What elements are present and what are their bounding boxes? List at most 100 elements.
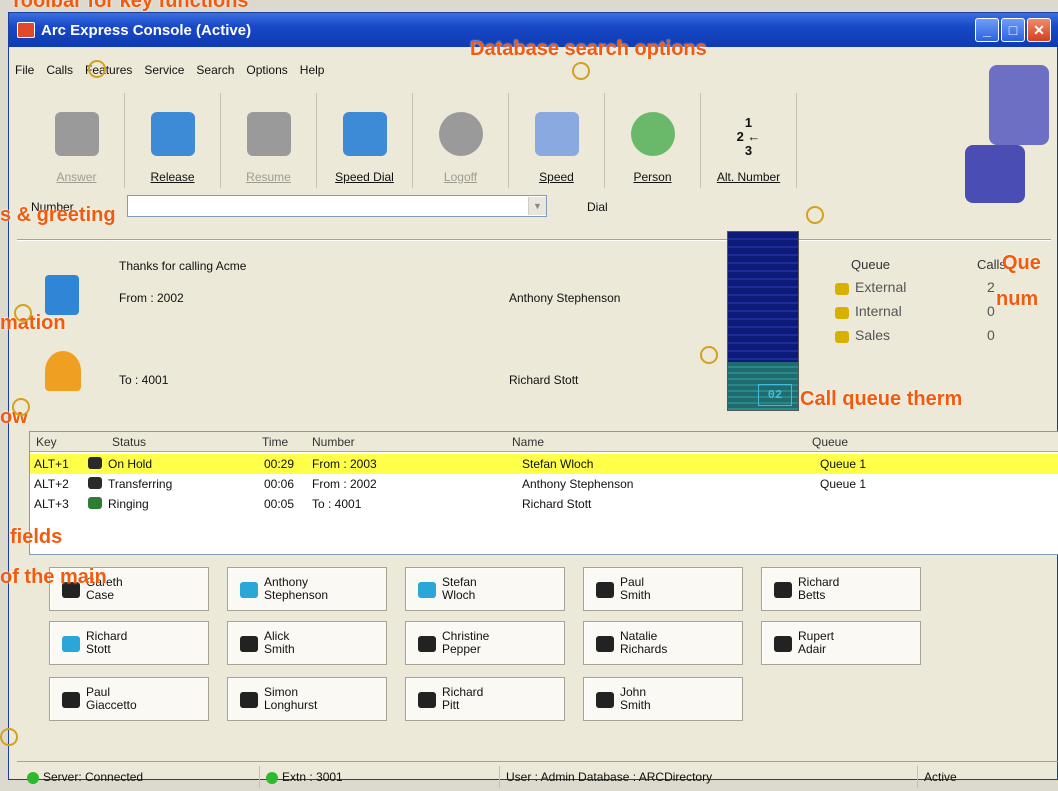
server-status: Server: Connected	[21, 766, 143, 788]
status-dot-icon	[27, 771, 39, 784]
phone-icon	[240, 692, 258, 708]
number-input[interactable]: ▼	[127, 195, 547, 217]
queue-thermometer: 02	[727, 231, 799, 411]
phone-icon	[88, 497, 102, 509]
callee-to: To : 4001	[119, 373, 169, 387]
speed-dial-button[interactable]: Alick Smith	[227, 621, 387, 665]
speed-dial-button[interactable]: Anthony Stephenson	[227, 567, 387, 611]
status-dot-icon	[266, 771, 278, 784]
menu-options[interactable]: Options	[246, 63, 287, 77]
main-toolbar: Answer Release Resume Speed Dial Logoff …	[29, 93, 797, 188]
queue-row[interactable]: Sales 0	[827, 327, 1047, 349]
speed-search-button[interactable]: Speed	[509, 93, 605, 188]
phone-icon	[88, 477, 102, 489]
phone-icon	[54, 112, 99, 156]
table-row[interactable]: ALT+1 On Hold 00:29 From : 2003 Stefan W…	[30, 454, 1058, 474]
callout-circle	[0, 728, 18, 746]
menu-search[interactable]: Search	[196, 63, 234, 77]
phone-icon	[596, 692, 614, 708]
divider	[17, 239, 1051, 241]
speed-dial-button[interactable]: Natalie Richards	[583, 621, 743, 665]
annotation-main: of the main	[0, 566, 107, 588]
release-phone-icon	[150, 112, 195, 156]
maximize-button[interactable]: □	[1001, 18, 1025, 42]
queue-icon	[835, 283, 849, 295]
col-number[interactable]: Number	[312, 435, 355, 449]
speed-dial-button[interactable]: Richard Betts	[761, 567, 921, 611]
greeting-text: Thanks for calling Acme	[119, 259, 247, 273]
phone-icon	[240, 636, 258, 652]
caller-name: Anthony Stephenson	[509, 291, 621, 305]
phone-icon	[240, 582, 258, 598]
queue-icon	[835, 307, 849, 319]
alt-number-button[interactable]: 12 ← 3 Alt. Number	[701, 93, 797, 188]
callout-circle	[88, 60, 106, 78]
search-person-icon	[630, 112, 675, 156]
menu-file[interactable]: File	[15, 63, 34, 77]
annotation-queue-num-1: Que	[1002, 252, 1041, 274]
col-key[interactable]: Key	[36, 435, 57, 449]
search-speed-icon	[534, 112, 579, 156]
alt-number-icon: 12 ← 3	[736, 115, 761, 158]
callout-circle	[572, 62, 590, 80]
resume-button[interactable]: Resume	[221, 93, 317, 188]
col-queue[interactable]: Queue	[812, 435, 848, 449]
release-button[interactable]: Release	[125, 93, 221, 188]
speed-dial-button[interactable]: Rupert Adair	[761, 621, 921, 665]
callout-circle	[700, 346, 718, 364]
phone-icon	[418, 692, 436, 708]
speed-dial-button[interactable]: John Smith	[583, 677, 743, 721]
speed-dial-panel: Gareth Case Anthony Stephenson Stefan Wl…	[29, 561, 1058, 751]
speed-dial-button[interactable]: Christine Pepper	[405, 621, 565, 665]
chevron-down-icon[interactable]: ▼	[528, 197, 546, 215]
logoff-icon	[438, 112, 483, 156]
speed-dial-button[interactable]: Simon Longhurst	[227, 677, 387, 721]
app-icon	[17, 22, 35, 38]
speed-dial-button[interactable]: Richard Pitt	[405, 677, 565, 721]
phone-icon	[596, 582, 614, 598]
answer-button[interactable]: Answer	[29, 93, 125, 188]
speed-dial-button[interactable]: Stefan Wloch	[405, 567, 565, 611]
status-bar: Server: Connected Extn : 3001 User : Adm…	[17, 761, 1058, 791]
callee-name: Richard Stott	[509, 373, 579, 387]
phone-icon	[418, 582, 436, 598]
menu-calls[interactable]: Calls	[46, 63, 73, 77]
close-button[interactable]: ✕	[1027, 18, 1051, 42]
speed-dial-button[interactable]: Speed Dial	[317, 93, 413, 188]
menu-bar: File Calls Features Service Search Optio…	[15, 63, 324, 77]
table-row[interactable]: ALT+3 Ringing 00:05 To : 4001 Richard St…	[30, 494, 1058, 514]
speed-dial-button[interactable]: Paul Giaccetto	[49, 677, 209, 721]
dial-button[interactable]: Dial	[587, 200, 608, 214]
queue-icon	[835, 331, 849, 343]
speed-dial-button[interactable]: Richard Stott	[49, 621, 209, 665]
logoff-button[interactable]: Logoff	[413, 93, 509, 188]
person-search-button[interactable]: Person	[605, 93, 701, 188]
phone-icon	[62, 692, 80, 708]
queue-header: Queue	[851, 257, 891, 272]
phone-icon	[774, 582, 792, 598]
extension-status: Extn : 3001	[259, 766, 343, 788]
menu-service[interactable]: Service	[144, 63, 184, 77]
call-info-panel: Thanks for calling Acme From : 2002 Anth…	[29, 251, 729, 411]
annotation-toolbar: Toolbar for key functions	[10, 0, 249, 12]
queue-count-display: 02	[758, 384, 792, 406]
phone-icon	[88, 457, 102, 469]
phone-icon	[596, 636, 614, 652]
caller-from: From : 2002	[119, 291, 184, 305]
col-time[interactable]: Time	[262, 435, 288, 449]
callout-circle	[12, 398, 30, 416]
phone-icon	[246, 112, 291, 156]
table-header: Key Status Time Number Name Queue	[30, 432, 1058, 452]
bell-icon	[45, 351, 81, 391]
col-name[interactable]: Name	[512, 435, 544, 449]
logo-cube	[989, 65, 1049, 145]
col-status[interactable]: Status	[112, 435, 146, 449]
callout-circle	[806, 206, 824, 224]
minimize-button[interactable]: _	[975, 18, 999, 42]
menu-help[interactable]: Help	[300, 63, 325, 77]
speed-dial-button[interactable]: Paul Smith	[583, 567, 743, 611]
callout-circle	[14, 304, 32, 322]
phone-icon	[45, 275, 79, 315]
table-row[interactable]: ALT+2 Transferring 00:06 From : 2002 Ant…	[30, 474, 1058, 494]
annotation-queue-num-2: num	[996, 288, 1039, 310]
